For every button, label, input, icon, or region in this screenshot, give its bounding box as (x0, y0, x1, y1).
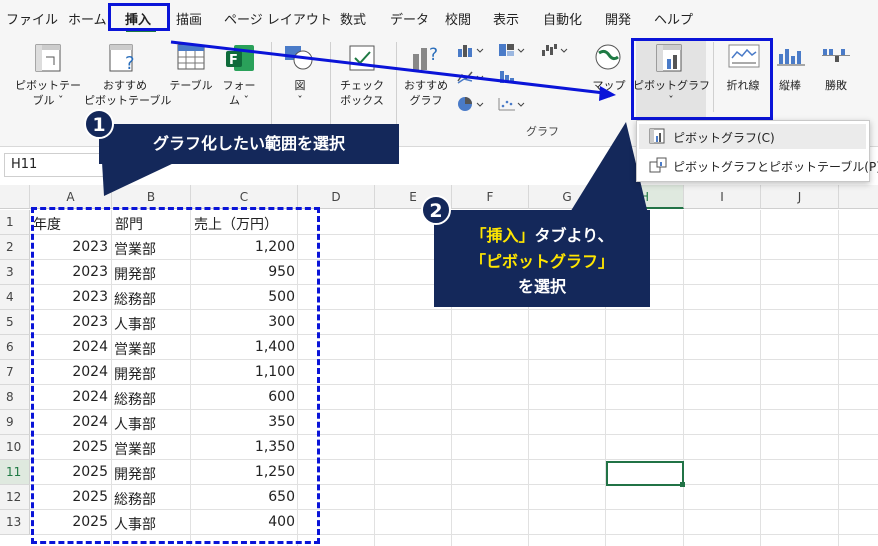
guide-arrow (170, 40, 616, 101)
